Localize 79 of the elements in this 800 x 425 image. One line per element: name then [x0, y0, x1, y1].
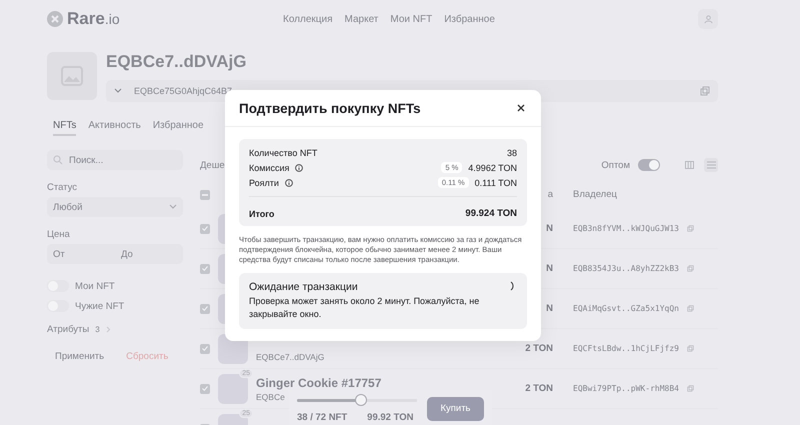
total-price: 99.92 TON — [367, 412, 414, 423]
tab[interactable]: Избранное — [152, 120, 204, 136]
nav-link[interactable]: Мои NFT — [390, 14, 432, 24]
copy-icon — [686, 305, 694, 312]
grid-view-icon[interactable] — [682, 158, 696, 172]
owner-address[interactable]: EQAiMqGsvt..GZa5x1YqQn — [573, 304, 679, 313]
selected-count: 38 / 72 NFT — [297, 412, 348, 423]
bulk-label: Оптом — [601, 160, 630, 170]
copy-icon — [700, 86, 710, 96]
collection-name: EQBCe — [256, 392, 285, 402]
row-checkbox[interactable] — [200, 384, 210, 394]
summary-value: 0.111 TON — [474, 178, 517, 188]
buy-button[interactable]: Купить — [427, 396, 484, 420]
status-title: Ожидание транзакции — [249, 280, 359, 293]
logo-text: Rare.io — [67, 9, 120, 29]
tab[interactable]: NFTs — [53, 120, 76, 136]
summary-value: 4.9962 TON — [468, 162, 517, 172]
copy-icon — [686, 385, 694, 392]
collection-name: EQBCe7..dDVAjG — [256, 352, 324, 362]
list-view-icon[interactable] — [704, 158, 718, 172]
copy-icon — [686, 265, 694, 272]
apply-button[interactable]: Применить — [55, 351, 104, 362]
row-checkbox[interactable] — [200, 224, 210, 234]
logo-icon — [47, 11, 63, 27]
status-text: Проверка может занять около 2 минут. Пожалуйста, не закрывайте окно. — [249, 294, 480, 321]
nav-link[interactable]: Маркет — [344, 14, 378, 24]
price-text: N — [545, 263, 553, 274]
summary-label: Роялти — [249, 178, 279, 188]
summary-value: 99.924 TON — [465, 208, 517, 219]
summary-label: Комиссия — [249, 162, 290, 172]
reset-button[interactable]: Сбросить — [126, 351, 168, 362]
copy-icon — [686, 345, 694, 352]
search-icon — [53, 155, 63, 165]
chevron-icon — [106, 326, 111, 333]
user-button[interactable] — [698, 9, 718, 29]
owner-address[interactable]: EQB8354J3u..A8yhZZ2kB3 — [573, 264, 679, 273]
toggle-label: Мои NFT — [75, 280, 115, 292]
close-button[interactable] — [515, 102, 527, 114]
price-from-field[interactable]: От — [47, 244, 115, 264]
minus-icon — [202, 194, 208, 196]
sort-label[interactable]: Деше — [200, 160, 225, 170]
attributes-link[interactable]: Атрибуты — [47, 324, 90, 335]
row-checkbox[interactable] — [200, 304, 210, 314]
select-all-checkbox[interactable] — [200, 190, 210, 200]
price-text: 2 TON — [524, 343, 553, 354]
attributes-count: 3 — [95, 325, 100, 334]
summary-label: Количество NFT — [249, 148, 318, 158]
nft-name: Ginger Cookie #17757 — [256, 376, 382, 390]
field-label: Статус — [47, 182, 78, 193]
bulk-toggle[interactable] — [638, 159, 660, 171]
image-placeholder — [47, 52, 97, 100]
field-label: Цена — [47, 229, 71, 240]
owner-address[interactable]: EQB3n8fYVM..kWJQuGJW13 — [573, 224, 679, 233]
row-checkbox[interactable] — [200, 344, 210, 354]
chevron-down-icon — [169, 204, 177, 210]
owner-address[interactable]: EQCFtsLBdw..1hCjLFjfz9 — [573, 344, 679, 353]
nav-link[interactable]: Коллекция — [283, 14, 333, 24]
info-icon — [295, 164, 304, 172]
tab[interactable]: Активность — [88, 120, 141, 136]
column-header: Владелец — [573, 189, 617, 200]
copy-icon — [686, 225, 694, 232]
status-select[interactable]: Любой — [47, 197, 183, 217]
nav-link[interactable]: Избранное — [444, 14, 495, 24]
user-icon — [704, 14, 712, 24]
owner-address[interactable]: EQBwi79PTp..pWK-rhM8B4 — [573, 384, 679, 393]
toggle-label: Чужие NFT — [75, 300, 124, 312]
profile-title: EQBCe7..dDVAjG — [106, 52, 248, 73]
price-text: N — [545, 223, 553, 234]
search-field[interactable]: Поиск... — [47, 150, 183, 170]
price-text: 2 TON — [524, 383, 553, 394]
price-to-field[interactable]: До — [115, 244, 183, 264]
dialog-title: Подтвердить покупку NFTs — [239, 100, 421, 116]
summary-label: Итого — [249, 208, 274, 218]
column-header: а — [546, 189, 553, 200]
price-text: N — [545, 303, 553, 314]
row-checkbox[interactable] — [200, 264, 210, 274]
summary-value: 38 — [506, 148, 517, 158]
info-icon — [284, 178, 293, 186]
chevron-down-icon[interactable] — [114, 88, 122, 94]
